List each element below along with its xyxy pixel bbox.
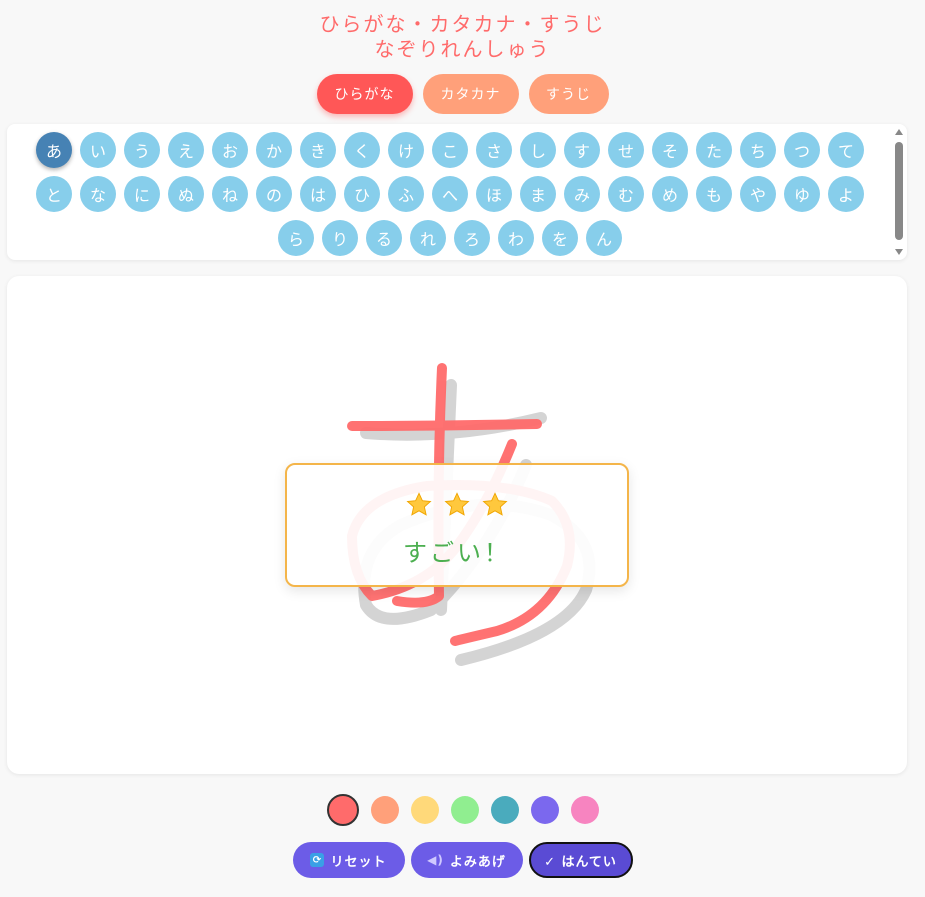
action-bar: ⟳ リセット ◀) よみあげ ✓ はんてい (0, 842, 925, 878)
color-swatch[interactable] (490, 796, 519, 824)
scroll-up-arrow-icon[interactable] (895, 129, 903, 135)
character-button[interactable]: え (168, 132, 204, 168)
character-button[interactable]: ひ (344, 176, 380, 212)
character-button[interactable]: わ (498, 220, 534, 256)
star-rating (287, 491, 627, 519)
character-button[interactable]: も (696, 176, 732, 212)
character-button[interactable]: そ (652, 132, 688, 168)
character-row-3: らりるれろわをん (7, 220, 893, 256)
judge-label: ✓ はんてい (544, 854, 617, 870)
character-button[interactable]: へ (432, 176, 468, 212)
color-swatch[interactable] (570, 796, 599, 824)
app-title: ひらがな・カタカナ・すうじ なぞりれんしゅう (0, 12, 925, 62)
reset-button[interactable]: ⟳ リセット (292, 842, 405, 878)
character-button[interactable]: る (366, 220, 402, 256)
scroll-down-arrow-icon[interactable] (895, 249, 903, 255)
speaker-icon: ◀) (427, 853, 444, 867)
character-button[interactable]: さ (476, 132, 512, 168)
character-button[interactable]: ほ (476, 176, 512, 212)
character-button[interactable]: か (256, 132, 292, 168)
title-line-1: ひらがな・カタカナ・すうじ (319, 12, 606, 36)
character-button[interactable]: に (124, 176, 160, 212)
character-button[interactable]: く (344, 132, 380, 168)
character-scrollbar[interactable] (893, 126, 905, 258)
refresh-icon: ⟳ (310, 853, 325, 867)
character-button[interactable]: お (212, 132, 248, 168)
character-button[interactable]: て (828, 132, 864, 168)
read-aloud-button[interactable]: ◀) よみあげ (410, 842, 523, 878)
character-button[interactable]: け (388, 132, 424, 168)
character-button[interactable]: う (124, 132, 160, 168)
character-button[interactable]: ね (212, 176, 248, 212)
tab-numbers[interactable]: すうじ (528, 74, 609, 114)
judge-button[interactable]: ✓ はんてい (528, 842, 633, 878)
color-palette (0, 794, 925, 826)
character-button[interactable]: ろ (454, 220, 490, 256)
color-swatch[interactable] (450, 796, 479, 824)
reset-label: リセット (330, 854, 387, 870)
character-button[interactable]: を (542, 220, 578, 256)
character-row-1: あいうえおかきくけこさしすせそたちつて (7, 132, 893, 168)
character-button[interactable]: す (564, 132, 600, 168)
character-button[interactable]: み (564, 176, 600, 212)
character-button[interactable]: と (36, 176, 72, 212)
mode-tabs: ひらがな カタカナ すうじ (0, 74, 925, 114)
character-button[interactable]: め (652, 176, 688, 212)
character-button[interactable]: ら (278, 220, 314, 256)
character-button[interactable]: よ (828, 176, 864, 212)
read-aloud-label: よみあげ (449, 854, 506, 870)
character-button[interactable]: つ (784, 132, 820, 168)
character-button[interactable]: の (256, 176, 292, 212)
character-row-2: となにぬねのはひふへほまみむめもやゆよ (7, 176, 893, 212)
character-button[interactable]: し (520, 132, 556, 168)
star-icon (405, 491, 433, 519)
character-button[interactable]: あ (36, 132, 72, 168)
character-picker: あいうえおかきくけこさしすせそたちつて となにぬねのはひふへほまみむめもやゆよ … (7, 124, 907, 260)
character-button[interactable]: ふ (388, 176, 424, 212)
result-message: すごい！ (403, 539, 511, 567)
scroll-thumb[interactable] (895, 142, 903, 240)
character-button[interactable]: は (300, 176, 336, 212)
tab-katakana[interactable]: カタカナ (422, 74, 519, 114)
character-button[interactable]: ま (520, 176, 556, 212)
title-line-2: なぞりれんしゅう (374, 37, 551, 61)
character-button[interactable]: い (80, 132, 116, 168)
tab-hiragana[interactable]: ひらがな (316, 74, 413, 114)
color-swatch[interactable] (370, 796, 399, 824)
result-popup: すごい！ (285, 463, 629, 587)
color-swatch[interactable] (530, 796, 559, 824)
color-swatch[interactable] (326, 794, 359, 826)
character-button[interactable]: ち (740, 132, 776, 168)
character-button[interactable]: ん (586, 220, 622, 256)
character-button[interactable]: な (80, 176, 116, 212)
color-swatch[interactable] (410, 796, 439, 824)
character-button[interactable]: き (300, 132, 336, 168)
character-button[interactable]: ゆ (784, 176, 820, 212)
character-button[interactable]: こ (432, 132, 468, 168)
character-button[interactable]: や (740, 176, 776, 212)
character-button[interactable]: り (322, 220, 358, 256)
character-button[interactable]: せ (608, 132, 644, 168)
character-button[interactable]: れ (410, 220, 446, 256)
character-button[interactable]: ぬ (168, 176, 204, 212)
star-icon (443, 491, 471, 519)
character-button[interactable]: む (608, 176, 644, 212)
character-button[interactable]: た (696, 132, 732, 168)
star-icon (481, 491, 509, 519)
